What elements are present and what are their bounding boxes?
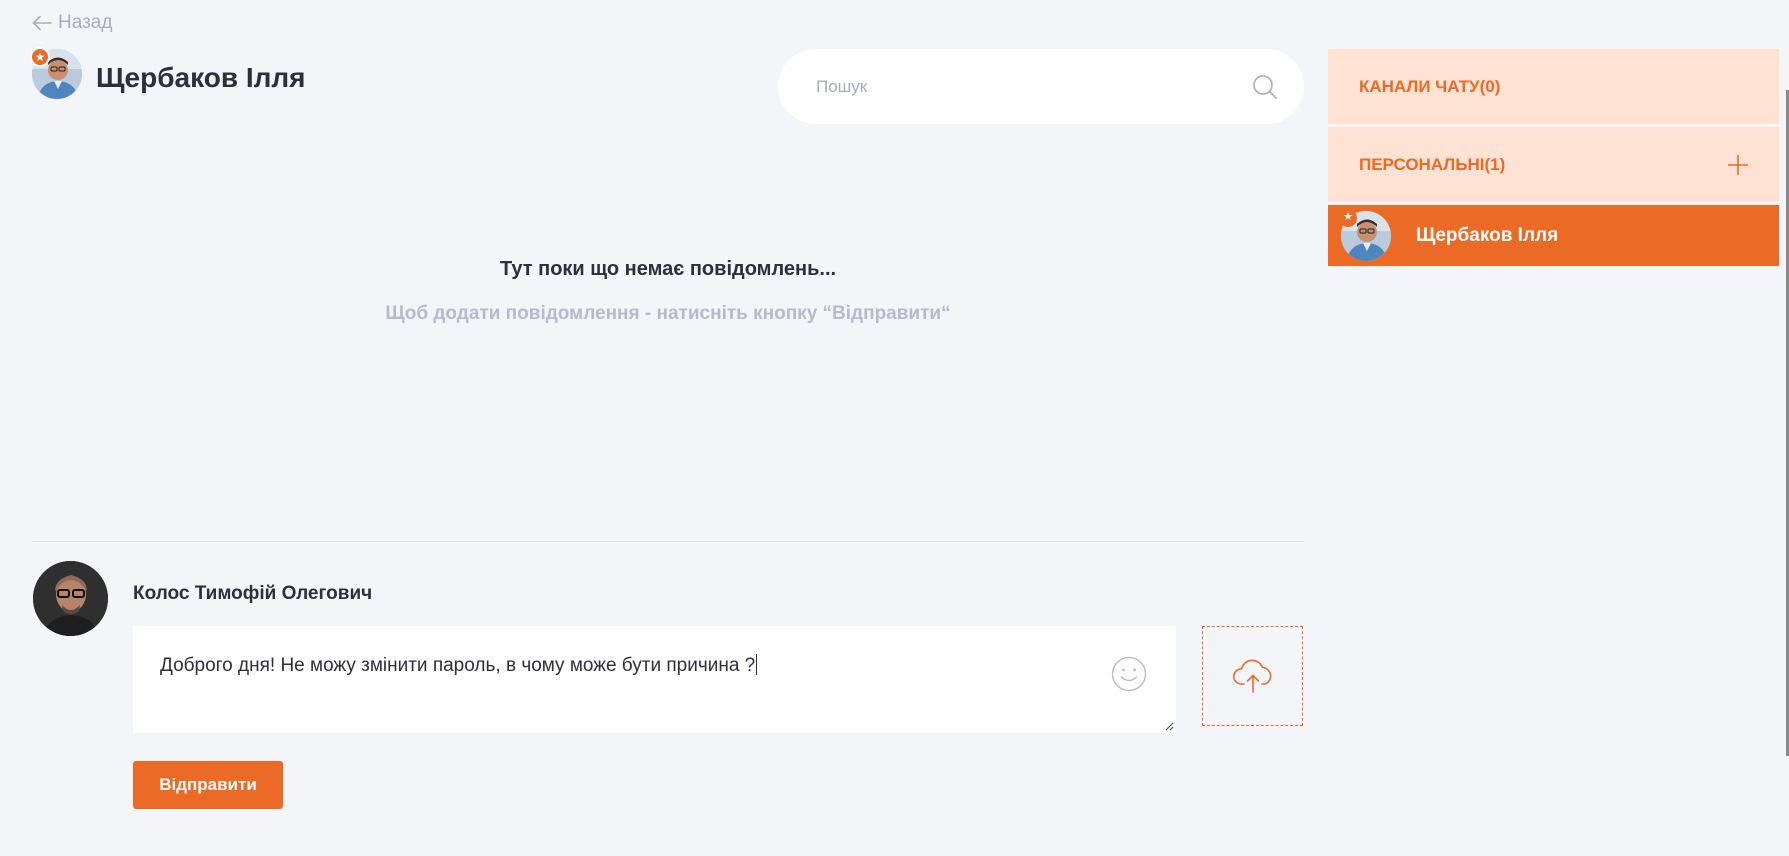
plus-icon[interactable] bbox=[1727, 154, 1749, 176]
sidebar-section-channels[interactable]: КАНАЛИ ЧАТУ(0) bbox=[1328, 49, 1779, 124]
chat-header: ★ Щербаков Ілля bbox=[30, 47, 306, 99]
back-label: Назад bbox=[58, 12, 113, 33]
resize-handle-icon[interactable] bbox=[1164, 721, 1174, 731]
search-box bbox=[778, 49, 1304, 124]
back-link[interactable]: Назад bbox=[32, 12, 112, 34]
divider bbox=[32, 541, 1304, 542]
channels-label: КАНАЛИ ЧАТУ(0) bbox=[1359, 76, 1501, 96]
sidebar-section-personal[interactable]: ПЕРСОНАЛЬНІ(1) bbox=[1328, 127, 1779, 202]
contact-avatar-wrap: ★ bbox=[1339, 208, 1391, 261]
avatar-wrap: ★ bbox=[30, 47, 82, 99]
sidebar: КАНАЛИ ЧАТУ(0) ПЕРСОНАЛЬНІ(1) ★ Щербаков… bbox=[1328, 49, 1779, 266]
smiley-icon[interactable] bbox=[1111, 656, 1147, 692]
empty-state-hint: Щоб додати повідомлення - натисніть кноп… bbox=[385, 303, 951, 324]
message-text: Доброго дня! Не можу змінити пароль, в ч… bbox=[160, 655, 756, 676]
search-icon[interactable] bbox=[1252, 74, 1278, 100]
message-textarea[interactable]: Доброго дня! Не можу змінити пароль, в ч… bbox=[133, 626, 1176, 733]
send-button[interactable]: Відправити bbox=[133, 761, 283, 809]
empty-state: Тут поки що немає повідомлень... Щоб дод… bbox=[32, 258, 1304, 325]
page-title: Щербаков Ілля bbox=[96, 62, 306, 93]
personal-label: ПЕРСОНАЛЬНІ(1) bbox=[1359, 154, 1506, 174]
contact-name: Щербаков Ілля bbox=[1416, 224, 1559, 246]
star-icon: ★ bbox=[1339, 208, 1357, 227]
star-icon: ★ bbox=[30, 47, 50, 67]
upload-button[interactable] bbox=[1202, 626, 1303, 726]
arrow-left-icon bbox=[32, 15, 52, 31]
author-name: Колос Тимофій Олегович bbox=[133, 583, 373, 604]
search-input[interactable] bbox=[814, 75, 1252, 98]
contact-item[interactable]: ★ Щербаков Ілля bbox=[1328, 205, 1779, 266]
empty-state-title: Тут поки що немає повідомлень... bbox=[499, 258, 837, 280]
author-avatar bbox=[33, 561, 108, 636]
cloud-upload-icon bbox=[1232, 659, 1271, 693]
